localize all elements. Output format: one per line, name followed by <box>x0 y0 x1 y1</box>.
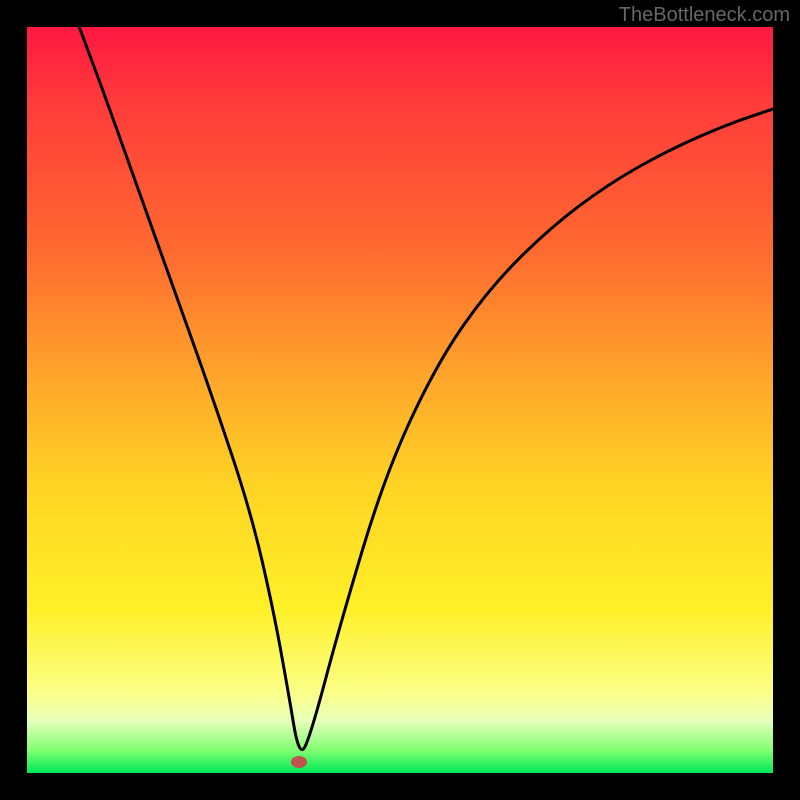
watermark-text: TheBottleneck.com <box>619 4 790 27</box>
chart-frame: TheBottleneck.com <box>0 0 800 800</box>
curve-svg <box>27 27 773 773</box>
plot-area <box>27 27 773 773</box>
bottleneck-curve <box>79 27 773 750</box>
optimum-marker <box>291 756 307 768</box>
